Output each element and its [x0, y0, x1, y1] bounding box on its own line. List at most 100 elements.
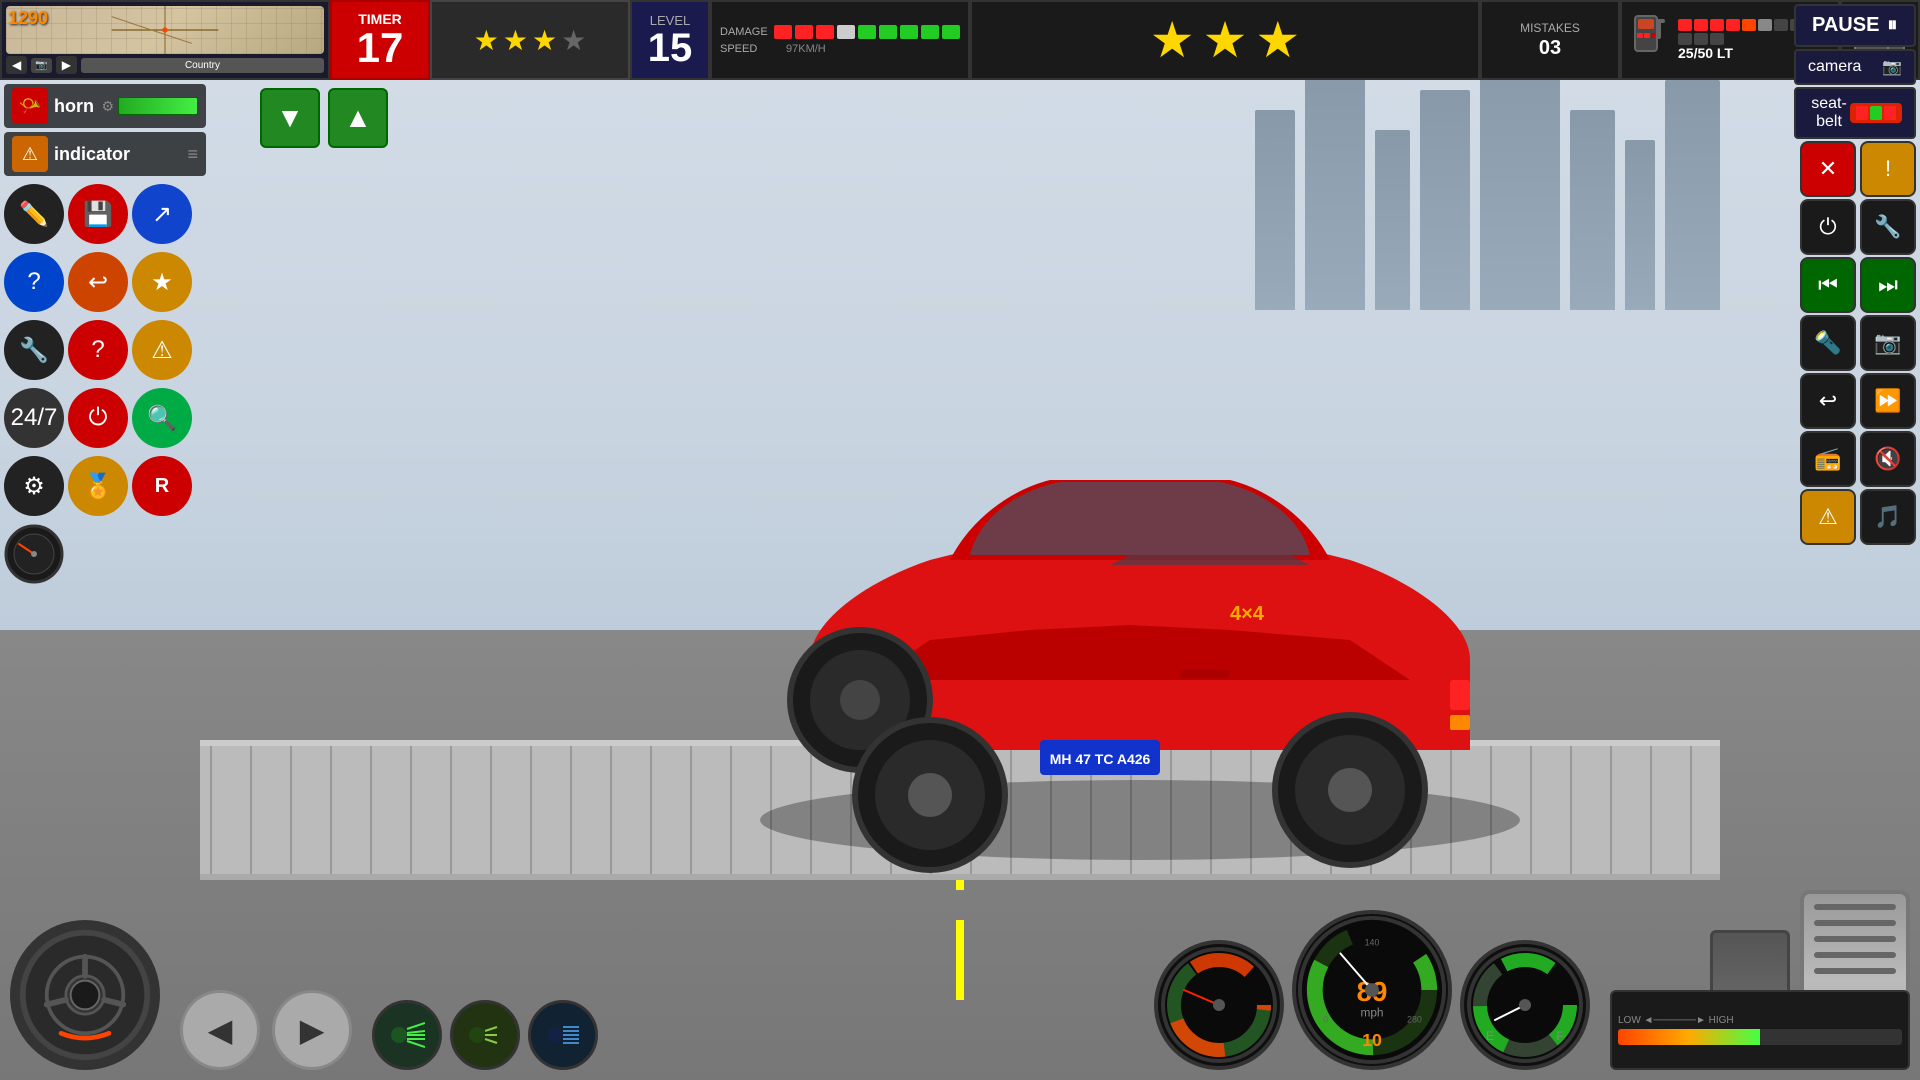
- light-beam-icon: [389, 1017, 425, 1053]
- pause-button[interactable]: PAUSE ⏸: [1794, 4, 1916, 47]
- wrench-btn[interactable]: 🔧: [4, 320, 64, 380]
- indicator-icon-bg: ⚠: [12, 136, 48, 172]
- seatbelt-button[interactable]: seat-belt: [1794, 87, 1916, 139]
- fdot-4: [1726, 19, 1740, 31]
- nav-forward-btn[interactable]: ▶: [272, 990, 352, 1070]
- undo-btn[interactable]: ↩: [68, 252, 128, 312]
- pedal-stripe-1: [1814, 904, 1896, 910]
- indicator-row: ⚠ indicator ≡: [4, 132, 206, 176]
- big-stars-section: ★ ★ ★: [970, 0, 1480, 80]
- photo-btn[interactable]: 📷: [1860, 315, 1916, 371]
- warning-btn[interactable]: ⚠: [132, 320, 192, 380]
- nav-down-btn[interactable]: ▼: [260, 88, 320, 148]
- share-btn[interactable]: ↗: [132, 184, 192, 244]
- fdot-11: [1694, 33, 1708, 45]
- close-btn[interactable]: ✕: [1800, 141, 1856, 197]
- seatbelt-indicator: [1850, 103, 1902, 123]
- light-btn-2[interactable]: [450, 1000, 520, 1070]
- replay-btn[interactable]: ↩: [1800, 373, 1856, 429]
- big-star-1: ★: [1150, 11, 1195, 69]
- light-btn-3[interactable]: [528, 1000, 598, 1070]
- building-4: [1420, 90, 1470, 310]
- map-score: 1290: [8, 8, 48, 29]
- map-section: 1290 ◀ 📷 ▶ Country: [0, 0, 330, 80]
- damage-row: DAMAGE: [720, 25, 960, 39]
- zoom-btn[interactable]: 🔍: [132, 388, 192, 448]
- music-btn[interactable]: 🎵: [1860, 489, 1916, 545]
- flashlight-btn[interactable]: 🔦: [1800, 315, 1856, 371]
- big-star-3: ★: [1255, 11, 1300, 69]
- help-btn[interactable]: ?: [4, 252, 64, 312]
- alert-btn[interactable]: ⚠: [1800, 489, 1856, 545]
- nav-arrows: ◀ ▶: [180, 990, 352, 1070]
- r-btn[interactable]: R: [132, 456, 192, 516]
- fdot-7: [1774, 19, 1788, 31]
- sb-seg-2: [1870, 106, 1882, 120]
- star-2: ★: [503, 24, 528, 57]
- info-btn[interactable]: ?: [68, 320, 128, 380]
- camera-button[interactable]: camera 📷: [1794, 49, 1916, 85]
- light-btn-1[interactable]: [372, 1000, 442, 1070]
- mistakes-section: MISTAKES 03: [1480, 0, 1620, 80]
- svg-text:E: E: [1486, 1029, 1494, 1043]
- damage-speed-section: DAMAGE SPEED 97KM/H: [710, 0, 970, 80]
- mgb-label-1: LOW ◄──────► HIGH: [1618, 1015, 1902, 1026]
- hdot-9: [942, 25, 960, 39]
- seatbelt-label: seat-belt: [1808, 95, 1850, 131]
- map-arrows: ▼ ▲: [260, 88, 388, 148]
- mini-gauges: LOW ◄──────► HIGH: [1610, 990, 1910, 1070]
- nav-back-btn[interactable]: ◀: [180, 990, 260, 1070]
- map-grid: [6, 6, 324, 54]
- mistakes-label: MISTAKES: [1520, 21, 1580, 35]
- star-1: ★: [474, 24, 499, 57]
- exclaim-btn[interactable]: !: [1860, 141, 1916, 197]
- ff-btn[interactable]: ⏩: [1860, 373, 1916, 429]
- clock-btn[interactable]: 24/7: [4, 388, 64, 448]
- horn-green-bar: [118, 97, 198, 115]
- gear-icon: ⚙: [101, 98, 114, 115]
- fuel-gauge-svg: E F: [1465, 945, 1585, 1065]
- hdot-7: [900, 25, 918, 39]
- big-star-2: ★: [1203, 11, 1248, 69]
- radio-btn[interactable]: 📻: [1800, 431, 1856, 487]
- star-btn[interactable]: ★: [132, 252, 192, 312]
- speed-gauge: 89 mph 0 280 140 10: [1292, 910, 1452, 1070]
- steering-wheel[interactable]: [10, 920, 160, 1070]
- hdot-2: [795, 25, 813, 39]
- building-6: [1570, 110, 1615, 310]
- settings-btn[interactable]: ⚙: [4, 456, 64, 516]
- nav-up-btn[interactable]: ▲: [328, 88, 388, 148]
- right-row-6: 📻 🔇: [1794, 431, 1916, 487]
- camera-label: camera: [1808, 58, 1861, 76]
- power2-btn[interactable]: ⏻: [1800, 199, 1856, 255]
- next-btn[interactable]: ⏭: [1860, 257, 1916, 313]
- health-dots: [774, 25, 960, 39]
- map-arrow-right[interactable]: ▶: [56, 56, 77, 74]
- level-section: LEVEL 15: [630, 0, 710, 80]
- wrench2-btn[interactable]: 🔧: [1860, 199, 1916, 255]
- pause-label: PAUSE: [1812, 14, 1879, 37]
- right-row-4: 🔦 📷: [1794, 315, 1916, 371]
- svg-text:280: 280: [1407, 1015, 1422, 1025]
- map-camera-icon: 📷: [31, 58, 51, 73]
- horn-bar: ⚙: [101, 97, 198, 115]
- stars-section: ★ ★ ★ ★: [430, 0, 630, 80]
- stars-row: ★ ★ ★ ★: [474, 24, 586, 57]
- svg-text:F: F: [1556, 1029, 1563, 1043]
- edit-btn[interactable]: ✏️: [4, 184, 64, 244]
- prev-btn[interactable]: ⏮: [1800, 257, 1856, 313]
- sb-seg-1: [1856, 106, 1868, 120]
- building-3: [1375, 130, 1410, 310]
- nosound-btn[interactable]: 🔇: [1860, 431, 1916, 487]
- hdot-4: [837, 25, 855, 39]
- right-row-3: ⏮ ⏭: [1794, 257, 1916, 313]
- power-btn[interactable]: ⏻: [68, 388, 128, 448]
- hdot-3: [816, 25, 834, 39]
- medal-btn[interactable]: 🏅: [68, 456, 128, 516]
- speed-row: SPEED 97KM/H: [720, 43, 960, 55]
- map-arrow-left[interactable]: ◀: [6, 56, 27, 74]
- mini-map: 1290: [6, 6, 324, 54]
- save-btn[interactable]: 💾: [68, 184, 128, 244]
- star-4: ★: [561, 24, 586, 57]
- top-bar: 1290 ◀ 📷 ▶ Country TIMER 17 ★ ★ ★ ★: [0, 0, 1920, 80]
